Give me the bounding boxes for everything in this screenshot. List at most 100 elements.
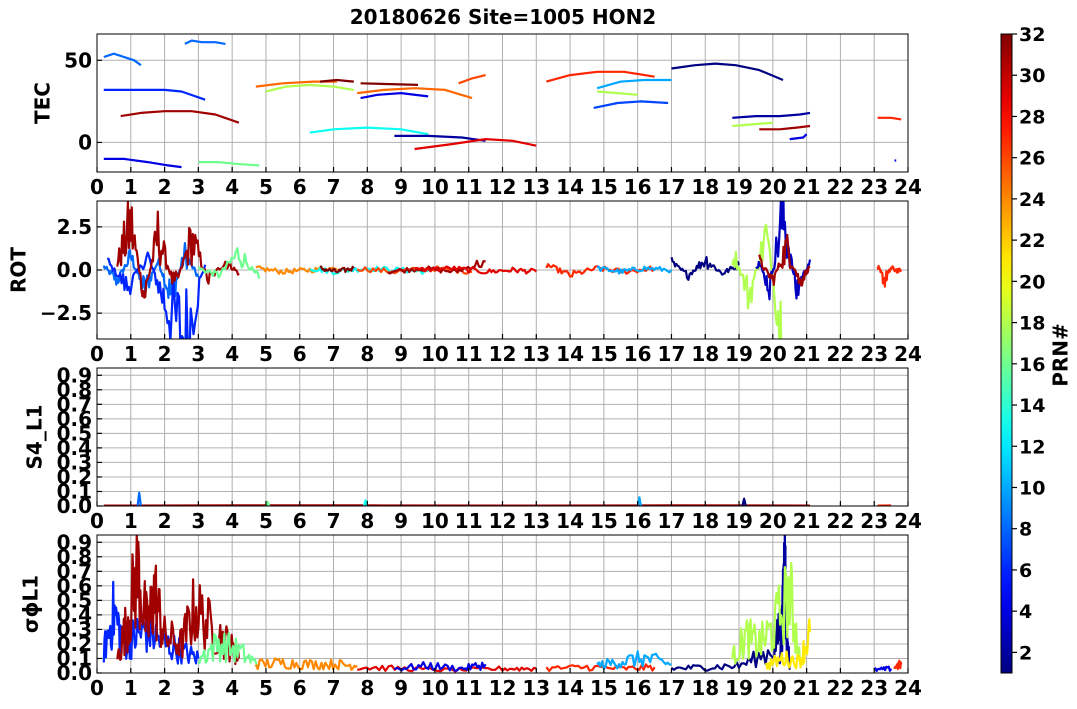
x-tick-label: 4 (225, 509, 239, 533)
colorbar-tick-label: 20 (1019, 271, 1045, 293)
x-tick-label: 4 (225, 175, 239, 199)
series-prn-13-line (309, 126, 429, 136)
series-prn-4-line (873, 665, 893, 673)
series-prn-27-line (876, 264, 903, 288)
x-tick-label: 24 (894, 509, 922, 533)
y-tick-label: 50 (64, 48, 92, 72)
x-tick-label: 14 (556, 175, 584, 199)
series-prn-1-line (671, 62, 784, 82)
x-tick-label: 20 (759, 676, 787, 700)
colorbar-tick-label: 14 (1019, 395, 1045, 417)
series-prn-31-line (116, 201, 240, 299)
x-tick-label: 7 (327, 175, 341, 199)
series-prn-26-line (458, 74, 486, 85)
x-tick-label: 22 (826, 509, 854, 533)
series-prn-7-line (593, 100, 669, 109)
x-tick-label: 3 (191, 342, 205, 366)
colorbar-tick-label: 12 (1019, 436, 1045, 458)
x-tick-label: 19 (725, 342, 753, 366)
series-prn-32-line (360, 82, 419, 86)
x-tick-label: 2 (158, 175, 172, 199)
x-tick-label: 6 (293, 509, 307, 533)
series-prn-4-line (103, 157, 182, 169)
x-tick-label: 15 (590, 175, 618, 199)
x-tick-label: 14 (556, 509, 584, 533)
colorbar-tick-label: 32 (1019, 24, 1045, 46)
x-tick-label: 24 (894, 342, 922, 366)
x-tick-label: 10 (421, 676, 449, 700)
x-tick-label: 18 (691, 676, 719, 700)
x-tick-label: 11 (455, 509, 483, 533)
colorbar-tick-label: 24 (1019, 189, 1045, 211)
series-prn-2-line (732, 111, 811, 119)
series-prn-29-line (414, 138, 537, 151)
x-tick-label: 0 (90, 175, 104, 199)
series-prn-27-line (893, 659, 903, 671)
colorbar-tick-label: 28 (1019, 106, 1045, 128)
x-tick-label: 11 (455, 175, 483, 199)
colorbar-tick-label: 18 (1019, 313, 1045, 335)
x-tick-label: 10 (421, 175, 449, 199)
colorbar-tick-label: 30 (1019, 65, 1045, 87)
x-tick-label: 17 (658, 509, 686, 533)
x-tick-label: 8 (360, 175, 374, 199)
x-tick-label: 23 (860, 342, 888, 366)
x-tick-label: 5 (259, 175, 273, 199)
panel-4: 0 1 2 3 4 5 6 7 8 9 10 11 12 13 14 15 16 17 18 19 20 21 22 23 24… (19, 530, 922, 700)
x-tick-label: 17 (658, 676, 686, 700)
series-prn-27-line (877, 116, 902, 121)
y-axis-label: S4_L1 (23, 405, 47, 470)
x-tick-label: 14 (556, 676, 584, 700)
series-prn-10-line (596, 78, 672, 90)
y-tick-label: 0.0 (57, 258, 92, 282)
colorbar-tick-label: 22 (1019, 230, 1045, 252)
x-tick-label: 16 (624, 676, 652, 700)
x-tick-label: 2 (158, 342, 172, 366)
x-tick-label: 22 (826, 175, 854, 199)
x-tick-label: 5 (259, 676, 273, 700)
x-tick-label: 9 (394, 509, 408, 533)
x-tick-label: 4 (225, 342, 239, 366)
gridlines (96, 368, 909, 507)
x-tick-label: 6 (293, 175, 307, 199)
y-axis-label: TEC (31, 82, 55, 124)
series-prn-29-line (414, 265, 538, 275)
panels: 0 1 2 3 4 5 6 7 8 9 10 11 12 13 14 15 16 17 18 19 20 21 22 23 24… (7, 33, 922, 700)
x-tick-label: 24 (894, 175, 922, 199)
x-tick-label: 9 (394, 676, 408, 700)
colorbar-tick-label: 8 (1019, 519, 1032, 541)
series-prn-4-line (789, 133, 808, 141)
x-tick-label: 20 (759, 175, 787, 199)
x-tick-label: 3 (191, 676, 205, 700)
x-tick-label: 1 (124, 175, 138, 199)
series-prn-8-line (136, 491, 142, 506)
panel-1: 0 1 2 3 4 5 6 7 8 9 10 11 12 13 14 15 16 17 18 19 20 21 22 23 24… (31, 33, 922, 199)
series-prn-31-line (759, 124, 811, 131)
x-tick-label: 3 (191, 509, 205, 533)
x-tick-label: 14 (556, 342, 584, 366)
x-tick-label: 9 (394, 342, 408, 366)
series-prn-18-line (597, 90, 638, 96)
x-tick-label: 1 (124, 676, 138, 700)
series-prn-16-line (198, 161, 260, 167)
x-tick-label: 16 (624, 509, 652, 533)
x-tick-label: 0 (90, 342, 104, 366)
series-prn-24-line (254, 657, 358, 671)
x-tick-label: 13 (522, 676, 550, 700)
x-tick-label: 19 (725, 175, 753, 199)
x-tick-label: 16 (624, 342, 652, 366)
x-tick-label: 13 (522, 509, 550, 533)
gridlines (96, 34, 909, 172)
x-tick-label: 16 (624, 175, 652, 199)
x-tick-label: 20 (759, 509, 787, 533)
x-tick-label: 3 (191, 175, 205, 199)
y-axis-label: ROT (7, 247, 31, 293)
x-tick-label: 23 (860, 175, 888, 199)
x-tick-label: 7 (327, 509, 341, 533)
series-prn-6-line (107, 251, 207, 339)
x-tick-label: 11 (455, 342, 483, 366)
x-tick-label: 21 (793, 676, 821, 700)
x-tick-label: 0 (90, 676, 104, 700)
colorbar-tick-label: 6 (1019, 560, 1032, 582)
x-tick-label: 8 (360, 509, 374, 533)
